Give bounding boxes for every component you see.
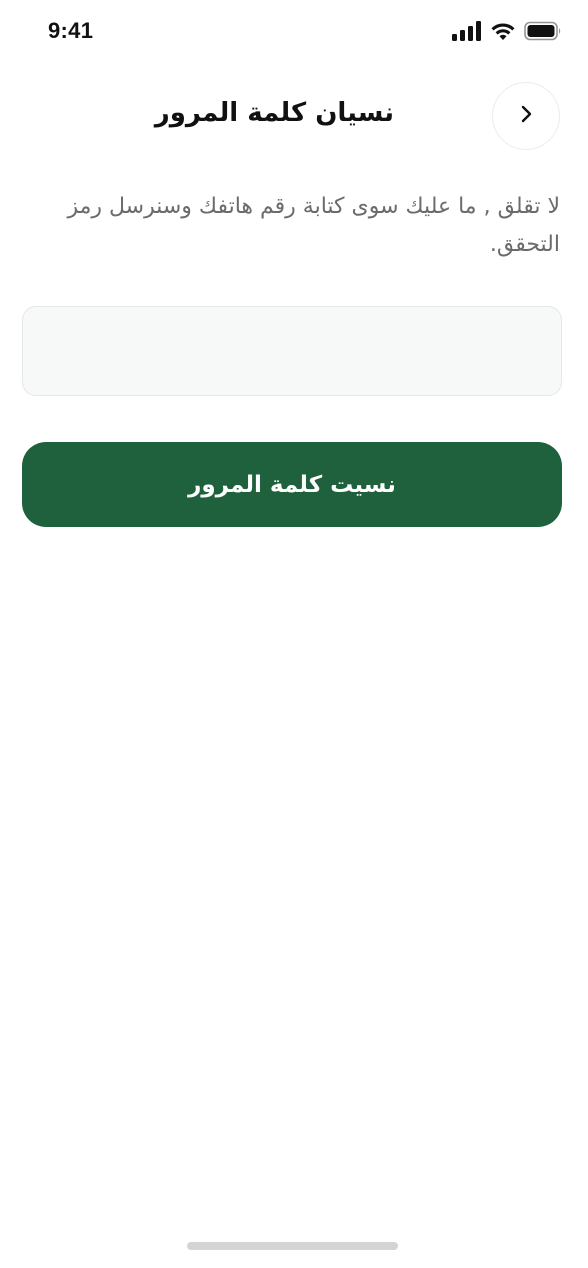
cellular-signal-icon	[452, 21, 482, 41]
page-title: نسيان كلمة المرور	[154, 98, 394, 128]
chevron-right-icon	[515, 103, 537, 129]
forgot-password-screen: 9:41 نسيان كلمة المرور لا تقلق , ما عليك…	[0, 0, 588, 1268]
instructions-text: لا تقلق , ما عليك سوى كتابة رقم هاتفك وس…	[67, 194, 560, 257]
status-icons	[452, 20, 562, 42]
status-bar: 9:41	[0, 0, 588, 62]
home-indicator[interactable]	[187, 1242, 398, 1250]
header: نسيان كلمة المرور	[0, 82, 588, 152]
back-button[interactable]	[492, 82, 560, 150]
status-time: 9:41	[48, 18, 94, 43]
submit-button-label: نسيت كلمة المرور	[188, 471, 396, 498]
phone-number-input[interactable]	[22, 306, 562, 396]
forgot-password-submit-button[interactable]: نسيت كلمة المرور	[22, 442, 562, 527]
battery-icon	[524, 21, 562, 41]
wifi-icon	[490, 21, 516, 41]
